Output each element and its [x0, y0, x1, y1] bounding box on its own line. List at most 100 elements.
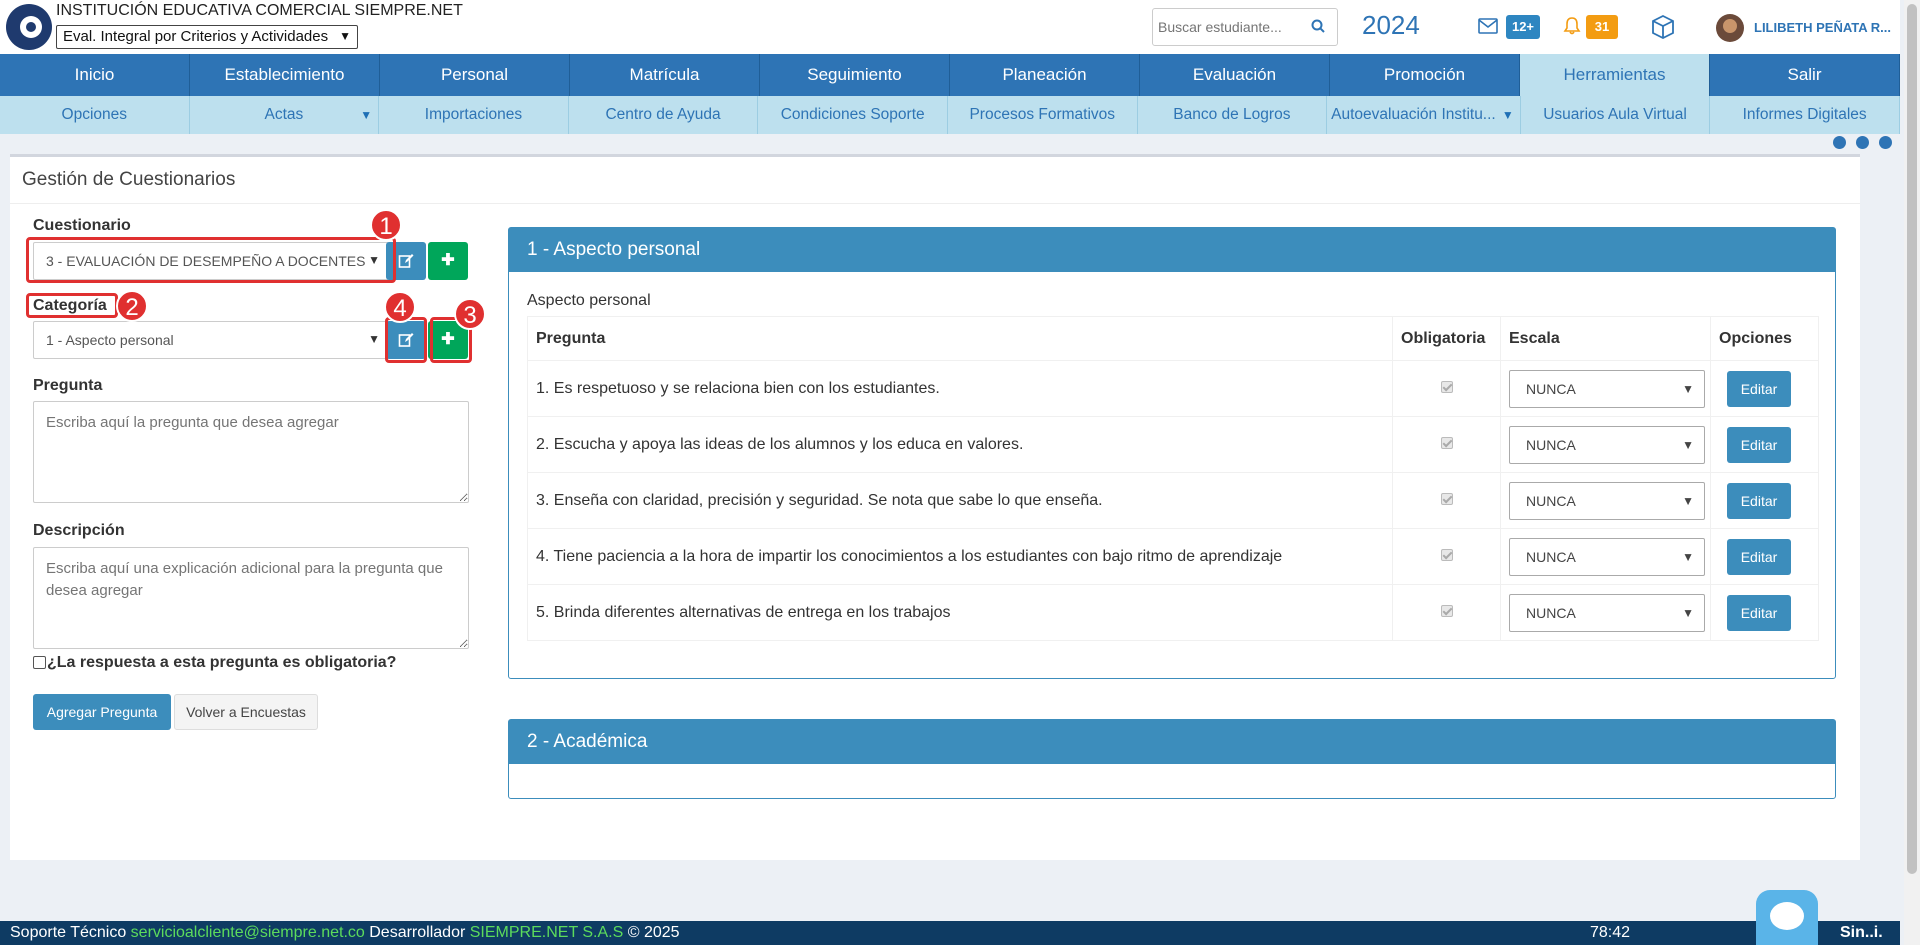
school-year[interactable]: 2024: [1362, 10, 1420, 41]
scale-select[interactable]: NUNCA ▼: [1509, 369, 1705, 408]
nav-matricula[interactable]: Matrícula: [570, 54, 760, 96]
subnav-label: Centro de Ayuda: [605, 106, 721, 123]
edit-question-button[interactable]: Editar: [1727, 594, 1791, 631]
scale-select[interactable]: NUNCA ▼: [1509, 425, 1705, 464]
cube-icon[interactable]: [1650, 14, 1676, 40]
nav-salir[interactable]: Salir: [1710, 54, 1900, 96]
subnav-centro-ayuda[interactable]: Centro de Ayuda: [569, 96, 759, 134]
back-icon[interactable]: [1856, 136, 1869, 149]
required-checkbox: [1440, 436, 1453, 449]
student-search[interactable]: [1152, 8, 1338, 46]
edit-question-button[interactable]: Editar: [1727, 538, 1791, 575]
subnav-label: Actas: [264, 106, 304, 123]
section-header[interactable]: 1 - Aspecto personal: [509, 228, 1835, 272]
scale-cell: NUNCA ▼: [1500, 360, 1711, 417]
support-email-link[interactable]: servicioalcliente@siempre.net.co: [131, 924, 365, 941]
session-timer: 78:42: [1590, 924, 1631, 941]
user-name[interactable]: LILIBETH PEÑATA R...: [1754, 20, 1891, 35]
nav-inicio[interactable]: Inicio: [0, 54, 190, 96]
annotation-number-3: 3: [454, 298, 486, 330]
annotation-box-2: [26, 293, 118, 318]
user-avatar[interactable]: [1716, 14, 1744, 42]
mail-count-badge[interactable]: 12+: [1506, 15, 1540, 39]
scale-cell: NUNCA ▼: [1500, 584, 1711, 641]
nav-planeacion[interactable]: Planeación: [950, 54, 1140, 96]
chevron-down-icon: ▼: [1682, 381, 1694, 396]
subnav-label: Autoevaluación Institu...: [1331, 106, 1496, 123]
categoria-select[interactable]: 1 - Aspecto personal ▼: [33, 321, 389, 359]
chevron-down-icon: ▼: [1682, 605, 1694, 620]
chevron-down-icon: ▼: [339, 29, 351, 43]
required-cell: [1392, 360, 1501, 417]
required-checkbox: [1440, 548, 1453, 561]
edit-question-button[interactable]: Editar: [1727, 426, 1791, 463]
subnav-label: Banco de Logros: [1173, 106, 1291, 123]
nav-promocion[interactable]: Promoción: [1330, 54, 1520, 96]
descripcion-textarea[interactable]: [33, 547, 469, 649]
scrollbar-thumb[interactable]: [1907, 4, 1917, 874]
scale-select[interactable]: NUNCA ▼: [1509, 481, 1705, 520]
edit-question-button[interactable]: Editar: [1727, 370, 1791, 407]
subnav-actas[interactable]: Actas ▼: [190, 96, 380, 134]
section-box-academica: 2 - Académica: [508, 719, 1836, 799]
pregunta-textarea[interactable]: [33, 401, 469, 503]
required-cell: [1392, 472, 1501, 529]
questions-table: Pregunta Obligatoria Escala Opciones 1. …: [527, 316, 1819, 641]
column-header: Escala: [1500, 316, 1711, 361]
subnav-informes-digitales[interactable]: Informes Digitales: [1710, 96, 1900, 134]
table-row: 2. Escucha y apoya las ideas de los alum…: [527, 416, 1819, 473]
back-to-surveys-button[interactable]: Volver a Encuestas: [174, 694, 318, 730]
edit-question-button[interactable]: Editar: [1727, 482, 1791, 519]
developer-label: Desarrollador: [369, 924, 466, 941]
scroll-top-icon[interactable]: [1879, 136, 1892, 149]
scale-select[interactable]: NUNCA ▼: [1509, 593, 1705, 632]
developer-link[interactable]: SIEMPRE.NET S.A.S: [470, 924, 624, 941]
chevron-down-icon: ▼: [368, 332, 380, 346]
subnav-importaciones[interactable]: Importaciones: [379, 96, 569, 134]
nav-personal[interactable]: Personal: [380, 54, 570, 96]
dropdown-caret-icon: ▼: [360, 108, 373, 122]
chat-icon[interactable]: [1756, 890, 1818, 945]
top-header: INSTITUCIÓN EDUCATIVA COMERCIAL SIEMPRE.…: [0, 0, 1900, 54]
subnav-banco-logros[interactable]: Banco de Logros: [1138, 96, 1328, 134]
required-cell: [1392, 528, 1501, 585]
section-header[interactable]: 2 - Académica: [509, 720, 1835, 764]
institution-logo[interactable]: [6, 4, 52, 50]
subnav-autoevaluacion[interactable]: Autoevaluación Institu... ▼: [1327, 96, 1521, 134]
subnav-condiciones-soporte[interactable]: Condiciones Soporte: [758, 96, 948, 134]
scale-select[interactable]: NUNCA ▼: [1509, 537, 1705, 576]
required-checkbox: [1440, 492, 1453, 505]
subnav-usuarios-aula[interactable]: Usuarios Aula Virtual: [1521, 96, 1711, 134]
nav-evaluacion[interactable]: Evaluación: [1140, 54, 1330, 96]
subnav-procesos-formativos[interactable]: Procesos Formativos: [948, 96, 1138, 134]
scale-cell: NUNCA ▼: [1500, 528, 1711, 585]
scale-value: NUNCA: [1526, 380, 1576, 397]
mail-icon[interactable]: [1478, 18, 1498, 34]
page-scrollbar[interactable]: [1904, 0, 1920, 945]
subnav-label: Informes Digitales: [1742, 106, 1867, 123]
column-header: Pregunta: [527, 316, 1393, 361]
nav-herramientas[interactable]: Herramientas: [1520, 54, 1710, 96]
annotation-number-4: 4: [384, 291, 416, 323]
obligatoria-checkbox[interactable]: [33, 656, 46, 669]
table-header-row: Pregunta Obligatoria Escala Opciones: [527, 316, 1819, 361]
dropdown-caret-icon: ▼: [1501, 108, 1514, 122]
nav-seguimiento[interactable]: Seguimiento: [760, 54, 950, 96]
add-question-button[interactable]: Agregar Pregunta: [33, 694, 171, 730]
annotation-number-2: 2: [116, 290, 148, 322]
add-cuestionario-button[interactable]: ✚: [428, 242, 468, 280]
notification-count-badge[interactable]: 31: [1586, 15, 1618, 39]
column-header: Opciones: [1710, 316, 1819, 361]
subnav-opciones[interactable]: Opciones: [0, 96, 190, 134]
nav-establecimiento[interactable]: Establecimiento: [190, 54, 380, 96]
search-icon[interactable]: [1311, 19, 1325, 33]
content-panel: Gestión de Cuestionarios Cuestionario 3 …: [10, 154, 1860, 860]
subnav-label: Condiciones Soporte: [780, 106, 925, 123]
required-checkbox: [1440, 380, 1453, 393]
evaluation-mode-select[interactable]: Eval. Integral por Criterios y Actividad…: [56, 25, 358, 49]
institution-name: INSTITUCIÓN EDUCATIVA COMERCIAL SIEMPRE.…: [56, 2, 463, 19]
chevron-down-icon: ▼: [1682, 437, 1694, 452]
bell-icon[interactable]: [1562, 16, 1582, 36]
refresh-icon[interactable]: [1833, 136, 1846, 149]
student-search-input[interactable]: [1153, 9, 1293, 45]
